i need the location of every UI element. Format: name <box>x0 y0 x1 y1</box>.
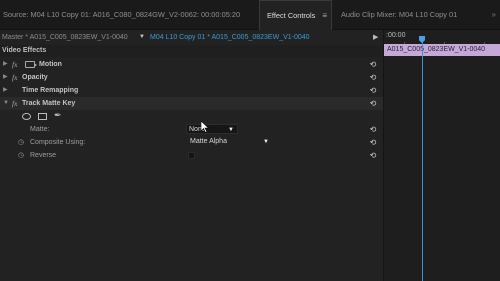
effect-timeline[interactable]: :00:00 A015_C005_0823EW_V1-0040 <box>383 30 500 281</box>
stopwatch-icon[interactable]: ◷ <box>18 149 24 162</box>
fx-toggle-icon[interactable]: fx <box>12 58 17 71</box>
ellipse-mask-icon[interactable] <box>22 113 31 120</box>
chevron-down-icon: ▼ <box>263 139 269 145</box>
tab-source[interactable]: Source: M04 L10 Copy 01: A016_C080_0824G… <box>3 0 240 30</box>
rectangle-mask-icon[interactable] <box>38 113 47 120</box>
sequence-clip-label[interactable]: M04 L10 Copy 01 * A015_C005_0823EW_V1-00… <box>150 30 310 45</box>
video-effects-header: Video Effects <box>0 45 383 57</box>
reset-icon[interactable]: ⟲ <box>368 58 378 71</box>
reset-icon[interactable]: ⟲ <box>368 149 378 162</box>
timeline-clip[interactable]: A015_C005_0823EW_V1-0040 <box>384 44 500 56</box>
pen-mask-icon[interactable]: ✒ <box>54 110 62 121</box>
clip-header: Master * A015_C005_0823EW_V1-0040 ▼ M04 … <box>0 30 383 45</box>
expand-toggle-icon[interactable]: ▶ <box>3 58 8 71</box>
clip-dropdown-icon[interactable]: ▼ <box>139 30 145 45</box>
master-clip-label[interactable]: Master * A015_C005_0823EW_V1-0040 <box>2 30 128 45</box>
fx-toggle-icon[interactable]: fx <box>12 97 17 110</box>
tab-overflow-icon[interactable]: » <box>492 0 496 30</box>
dropdown-value: Matte Alpha <box>190 138 227 145</box>
effect-row-time-remapping[interactable]: ▶ Time Remapping ⟲ <box>0 84 383 97</box>
effect-name: Track Matte Key <box>22 100 76 107</box>
expand-toggle-icon[interactable]: ▶ <box>3 84 8 97</box>
matte-dropdown[interactable]: None ▼ <box>186 124 238 134</box>
property-reverse: ◷ Reverse ⟲ <box>0 149 383 162</box>
stopwatch-icon[interactable]: ◷ <box>18 136 24 149</box>
panel-menu-icon[interactable]: ≡ <box>322 1 327 31</box>
playhead-line <box>422 42 423 281</box>
reset-icon[interactable]: ⟲ <box>368 71 378 84</box>
effect-name: Opacity <box>22 74 48 81</box>
property-label: Reverse <box>30 152 57 159</box>
effect-row-motion[interactable]: ▶ fx Motion ⟲ <box>0 58 383 71</box>
effect-row-opacity[interactable]: ▶ fx Opacity ⟲ <box>0 71 383 84</box>
property-matte: Matte: None ▼ ⟲ <box>0 123 383 136</box>
reverse-checkbox[interactable] <box>188 152 195 159</box>
collapse-toggle-icon[interactable]: ▼ <box>3 97 9 110</box>
effect-controls-panel: Master * A015_C005_0823EW_V1-0040 ▼ M04 … <box>0 30 500 281</box>
expand-toggle-icon[interactable]: ▶ <box>3 71 8 84</box>
property-label: Matte: <box>30 126 50 133</box>
reset-icon[interactable]: ⟲ <box>368 123 378 136</box>
tab-effect-controls-label: Effect Controls <box>267 11 316 20</box>
reset-icon[interactable]: ⟲ <box>368 136 378 149</box>
effect-row-track-matte-key[interactable]: ▼ fx Track Matte Key ⟲ <box>0 97 383 110</box>
composite-using-dropdown[interactable]: Matte Alpha ▼ <box>188 137 272 147</box>
effect-name: Time Remapping <box>22 87 79 94</box>
chevron-down-icon: ▼ <box>228 127 234 133</box>
reset-icon[interactable]: ⟲ <box>368 84 378 97</box>
property-composite-using: ◷ Composite Using: Matte Alpha ▼ ⟲ <box>0 136 383 149</box>
reset-icon[interactable]: ⟲ <box>368 97 378 110</box>
fx-toggle-icon[interactable]: fx <box>12 71 17 84</box>
panel-tab-bar: Source: M04 L10 Copy 01: A016_C080_0824G… <box>0 0 500 30</box>
timecode: :00:00 <box>386 32 406 39</box>
tab-audio-clip-mixer[interactable]: Audio Clip Mixer: M04 L10 Copy 01 <box>341 0 457 30</box>
property-label: Composite Using: <box>30 139 86 146</box>
effect-name: Motion <box>39 61 62 68</box>
play-icon[interactable]: ▶ <box>373 33 378 41</box>
motion-icon <box>25 61 37 68</box>
tab-effect-controls[interactable]: Effect Controls ≡ <box>259 0 332 30</box>
